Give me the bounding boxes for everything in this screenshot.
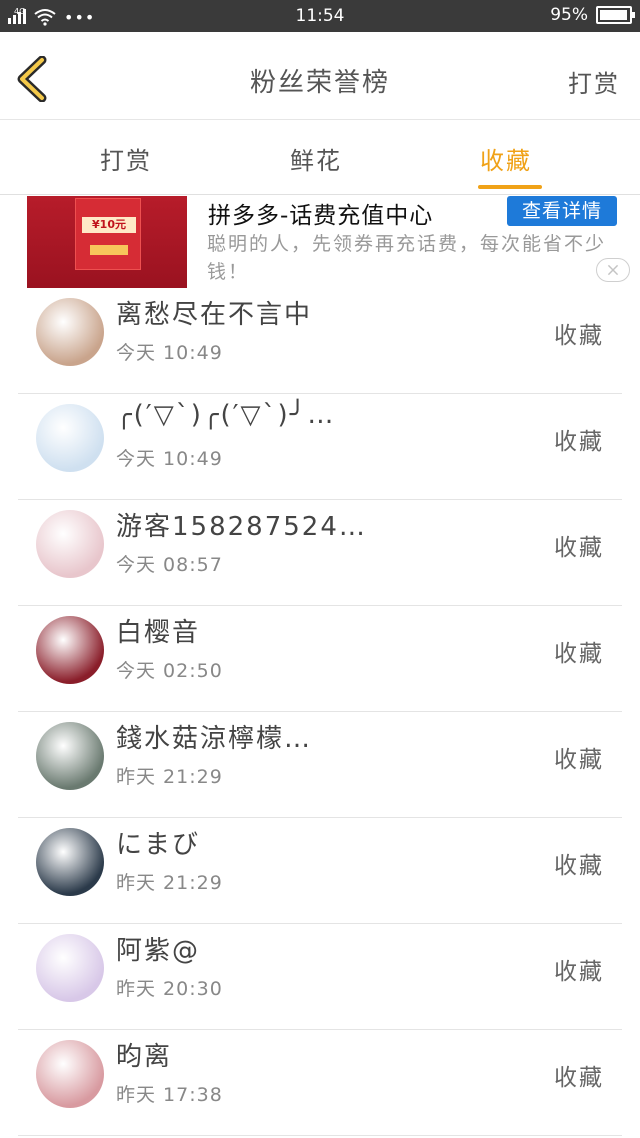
avatar[interactable] [36, 510, 104, 578]
ad-coupon-button [90, 245, 128, 255]
tab-reward[interactable]: 打赏 [100, 141, 152, 176]
action-label: 收藏 [554, 1065, 604, 1091]
avatar[interactable] [36, 722, 104, 790]
user-name: 錢水菇涼檸檬… [116, 724, 313, 754]
timestamp: 昨天 20:30 [116, 978, 223, 1000]
action-label: 收藏 [554, 535, 604, 561]
timestamp: 昨天 21:29 [116, 872, 223, 894]
active-tab-indicator [478, 185, 542, 189]
list-item[interactable]: にまび昨天 21:29 收藏 [0, 818, 640, 924]
user-name: 游客158287524… [116, 512, 367, 542]
avatar[interactable] [36, 298, 104, 366]
ad-coupon-amount: ¥10元 [82, 217, 136, 233]
action-label: 收藏 [554, 747, 604, 773]
list-item[interactable]: 錢水菇涼檸檬… 昨天 21:29 收藏 [0, 712, 640, 818]
timestamp: 今天 08:57 [116, 554, 223, 576]
user-name: 昀离 [116, 1042, 173, 1072]
ad-coupon-card: ¥10元 [75, 198, 141, 270]
action-label: 收藏 [554, 853, 604, 879]
list-item[interactable]: 昀离昨天 17:38 收藏 [0, 1030, 640, 1136]
timestamp: 今天 02:50 [116, 660, 223, 682]
ad-close-icon[interactable] [596, 258, 630, 282]
action-label: 收藏 [554, 429, 604, 455]
timestamp: 今天 10:49 [116, 448, 223, 470]
user-name: 白樱音 [116, 618, 201, 648]
ad-description: 聪明的人，先领券再充话费，每次能省不少钱！ [207, 233, 607, 283]
user-name: ╭(′▽`)╭(′▽`)╯… [116, 400, 336, 430]
avatar[interactable] [36, 1040, 104, 1108]
battery-level-fill [600, 10, 627, 20]
list-item[interactable]: ╭(′▽`)╭(′▽`)╯… 今天 10:49 收藏 [0, 394, 640, 500]
action-label: 收藏 [554, 959, 604, 985]
header: 粉丝荣誉榜 打赏 [0, 32, 640, 120]
status-time: 11:54 [295, 6, 345, 26]
ad-banner[interactable]: ¥10元 拼多多-话费充值中心 查看详情 聪明的人，先领券再充话费，每次能省不少… [0, 196, 640, 288]
user-name: 离愁尽在不言中 [116, 300, 313, 330]
ad-image[interactable]: ¥10元 [27, 196, 187, 288]
battery-icon [596, 6, 635, 24]
list-item[interactable]: 阿紫@ 昨天 20:30 收藏 [0, 924, 640, 1030]
status-right: 95% [550, 5, 635, 25]
timestamp: 今天 10:49 [116, 342, 223, 364]
ad-details-button[interactable]: 查看详情 [507, 196, 617, 226]
action-label: 收藏 [554, 323, 604, 349]
divider [18, 1135, 622, 1136]
tab-flowers[interactable]: 鲜花 [290, 141, 342, 176]
list-item[interactable]: 离愁尽在不言中今天 10:49 收藏 [0, 288, 640, 394]
favorites-list: 离愁尽在不言中今天 10:49 收藏 ╭(′▽`)╭(′▽`)╯… 今天 10:49 收… [0, 288, 640, 1136]
avatar[interactable] [36, 404, 104, 472]
list-item[interactable]: 游客158287524… 今天 08:57 收藏 [0, 500, 640, 606]
battery-percent: 95% [550, 5, 588, 25]
list-item[interactable]: 白樱音今天 02:50 收藏 [0, 606, 640, 712]
timestamp: 昨天 21:29 [116, 766, 223, 788]
tab-bar: 打赏 鲜花 收藏 [0, 121, 640, 195]
ad-title[interactable]: 拼多多-话费充值中心 [208, 196, 433, 230]
status-bar: 4G ••• 11:54 95% [0, 0, 640, 32]
user-name: 阿紫@ [116, 936, 201, 966]
avatar[interactable] [36, 828, 104, 896]
timestamp: 昨天 17:38 [116, 1084, 223, 1106]
page-title: 粉丝荣誉榜 [249, 68, 390, 98]
avatar[interactable] [36, 616, 104, 684]
action-label: 收藏 [554, 641, 604, 667]
reward-button[interactable]: 打赏 [568, 64, 620, 99]
user-name: にまび [116, 830, 201, 860]
tab-favorites[interactable]: 收藏 [480, 141, 532, 176]
avatar[interactable] [36, 934, 104, 1002]
